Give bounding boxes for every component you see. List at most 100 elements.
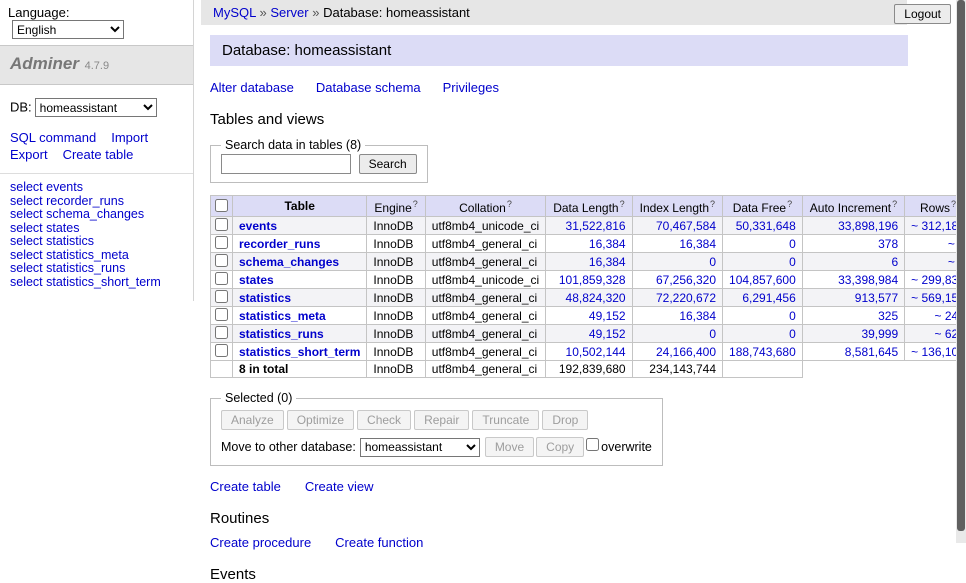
row-checkbox-schema_changes[interactable]	[215, 254, 228, 267]
data-length-link[interactable]: 16,384	[589, 237, 626, 251]
row-checkbox-events[interactable]	[215, 218, 228, 231]
search-input[interactable]	[221, 154, 351, 174]
help-icon[interactable]: ?	[710, 199, 715, 209]
search-button[interactable]: Search	[359, 154, 417, 174]
action-link-alter-database[interactable]: Alter database	[210, 80, 294, 95]
data-length-link[interactable]: 10,502,144	[566, 345, 626, 359]
index-length-cell: 16,384	[632, 235, 722, 253]
help-icon[interactable]: ?	[507, 199, 512, 209]
auto-increment-link[interactable]: 39,999	[861, 327, 898, 341]
data-free-link[interactable]: 188,743,680	[729, 345, 796, 359]
table-link-statistics_short_term[interactable]: statistics_short_term	[239, 345, 360, 359]
sidebar-table-link-select-statistics[interactable]: select statistics	[10, 235, 183, 249]
help-icon[interactable]: ?	[413, 199, 418, 209]
help-icon[interactable]: ?	[892, 199, 897, 209]
breadcrumb-server[interactable]: Server	[270, 5, 308, 20]
table-link-recorder_runs[interactable]: recorder_runs	[239, 237, 320, 251]
row-checkbox-statistics[interactable]	[215, 290, 228, 303]
table-link-states[interactable]: states	[239, 273, 274, 287]
help-icon[interactable]: ?	[787, 199, 792, 209]
analyze-button[interactable]: Analyze	[221, 410, 284, 430]
data-length-link[interactable]: 49,152	[589, 327, 626, 341]
truncate-button[interactable]: Truncate	[472, 410, 539, 430]
index-length-link[interactable]: 72,220,672	[656, 291, 716, 305]
data-length-link[interactable]: 101,859,328	[559, 273, 626, 287]
sidebar-link-import[interactable]: Import	[111, 130, 148, 145]
sidebar-table-link-select-recorder-runs[interactable]: select recorder_runs	[10, 195, 183, 209]
sidebar-link-sql-command[interactable]: SQL command	[10, 130, 96, 145]
auto-increment-link[interactable]: 913,577	[855, 291, 898, 305]
row-checkbox-statistics_meta[interactable]	[215, 308, 228, 321]
move-db-select[interactable]: homeassistant	[360, 438, 480, 457]
sidebar-table-link-select-events[interactable]: select events	[10, 181, 183, 195]
row-checkbox-recorder_runs[interactable]	[215, 236, 228, 249]
breadcrumb-mysql[interactable]: MySQL	[213, 5, 256, 20]
sidebar-table-link-select-statistics-runs[interactable]: select statistics_runs	[10, 262, 183, 276]
select-all-checkbox[interactable]	[215, 199, 228, 212]
help-icon[interactable]: ?	[620, 199, 625, 209]
auto-increment-link[interactable]: 378	[878, 237, 898, 251]
data-free-link[interactable]: 0	[789, 327, 796, 341]
optimize-button[interactable]: Optimize	[287, 410, 354, 430]
overwrite-label[interactable]: overwrite	[601, 440, 652, 454]
action-link-privileges[interactable]: Privileges	[443, 80, 499, 95]
sidebar-link-export[interactable]: Export	[10, 147, 48, 162]
index-length-link[interactable]: 67,256,320	[656, 273, 716, 287]
logout-button[interactable]: Logout	[894, 4, 951, 24]
data-free-link[interactable]: 104,857,600	[729, 273, 796, 287]
data-length-link[interactable]: 48,824,320	[566, 291, 626, 305]
auto-increment-link[interactable]: 33,398,984	[838, 273, 898, 287]
sidebar-table-link-select-statistics-short-term[interactable]: select statistics_short_term	[10, 276, 183, 290]
table-link-statistics[interactable]: statistics	[239, 291, 291, 305]
row-checkbox-states[interactable]	[215, 272, 228, 285]
sidebar-table-link-select-statistics-meta[interactable]: select statistics_meta	[10, 249, 183, 263]
index-length-link[interactable]: 0	[709, 255, 716, 269]
auto-increment-link[interactable]: 8,581,645	[845, 345, 898, 359]
sidebar-link-create-table[interactable]: Create table	[63, 147, 134, 162]
index-length-link[interactable]: 0	[709, 327, 716, 341]
data-free-link[interactable]: 0	[789, 255, 796, 269]
db-select[interactable]: homeassistant	[35, 98, 157, 117]
repair-button[interactable]: Repair	[414, 410, 469, 430]
action-link-database-schema[interactable]: Database schema	[316, 80, 421, 95]
index-length-link[interactable]: 24,166,400	[656, 345, 716, 359]
table-link-statistics_meta[interactable]: statistics_meta	[239, 309, 326, 323]
data-free-link[interactable]: 0	[789, 309, 796, 323]
copy-button[interactable]: Copy	[536, 437, 584, 457]
row-checkbox-statistics_short_term[interactable]	[215, 344, 228, 357]
overwrite-checkbox[interactable]	[586, 438, 599, 451]
table-link-events[interactable]: events	[239, 219, 277, 233]
drop-button[interactable]: Drop	[542, 410, 588, 430]
table-link-statistics_runs[interactable]: statistics_runs	[239, 327, 324, 341]
data-length-link[interactable]: 31,522,816	[566, 219, 626, 233]
data-length-link[interactable]: 49,152	[589, 309, 626, 323]
index-length-link[interactable]: 16,384	[679, 237, 716, 251]
adminer-logo[interactable]: Adminer	[10, 54, 79, 73]
auto-increment-cell: 6	[802, 253, 904, 271]
create-link-create-table[interactable]: Create table	[210, 479, 281, 494]
auto-increment-link[interactable]: 325	[878, 309, 898, 323]
index-length-link[interactable]: 70,467,584	[656, 219, 716, 233]
auto-increment-link[interactable]: 6	[891, 255, 898, 269]
row-checkbox-statistics_runs[interactable]	[215, 326, 228, 339]
collation-cell: utf8mb4_general_ci	[425, 235, 545, 253]
sidebar-table-link-select-states[interactable]: select states	[10, 222, 183, 236]
scrollbar-thumb[interactable]	[957, 0, 965, 531]
move-button[interactable]: Move	[485, 437, 534, 457]
data-free-link[interactable]: 50,331,648	[736, 219, 796, 233]
collation-cell: utf8mb4_general_ci	[425, 289, 545, 307]
table-total-row: 8 in totalInnoDButf8mb4_general_ci192,83…	[211, 361, 966, 378]
total-collation: utf8mb4_general_ci	[425, 361, 545, 378]
sidebar-table-link-select-schema-changes[interactable]: select schema_changes	[10, 208, 183, 222]
vertical-scrollbar[interactable]	[956, 0, 966, 543]
table-link-schema_changes[interactable]: schema_changes	[239, 255, 339, 269]
check-button[interactable]: Check	[357, 410, 411, 430]
create-link-create-view[interactable]: Create view	[305, 479, 374, 494]
data-free-link[interactable]: 6,291,456	[742, 291, 795, 305]
data-free-link[interactable]: 0	[789, 237, 796, 251]
data-length-link[interactable]: 16,384	[589, 255, 626, 269]
language-select[interactable]: English	[12, 20, 124, 39]
index-length-link[interactable]: 16,384	[679, 309, 716, 323]
row-checkbox-cell	[211, 235, 233, 253]
auto-increment-link[interactable]: 33,898,196	[838, 219, 898, 233]
